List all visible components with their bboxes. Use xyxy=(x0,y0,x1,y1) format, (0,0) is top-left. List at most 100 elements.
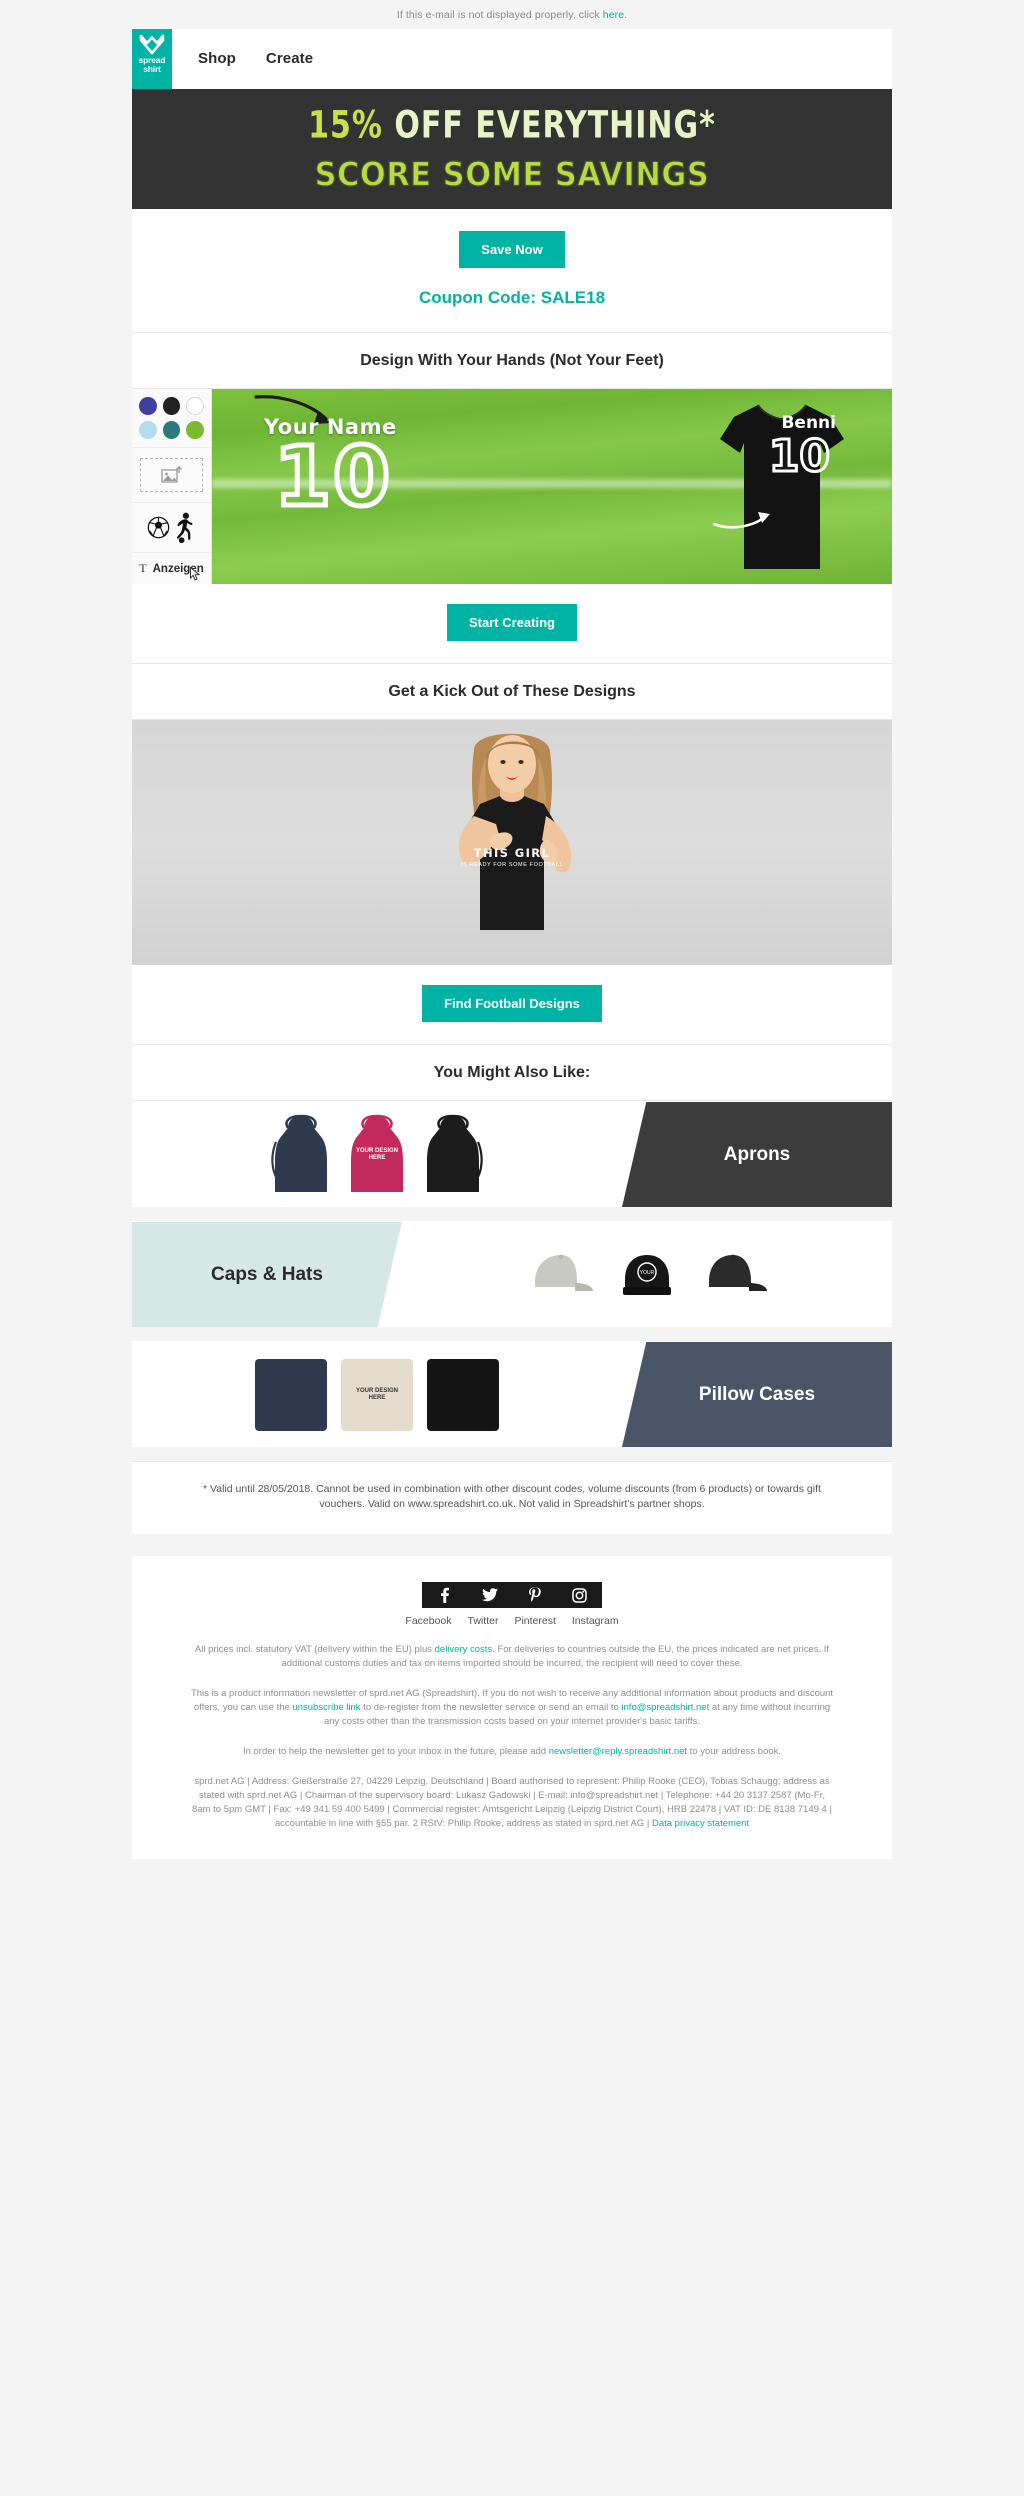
editor-section-title: Design With Your Hands (Not Your Feet) xyxy=(360,352,664,369)
band-label-caps: Caps & Hats xyxy=(132,1222,402,1327)
logo-line-2: shirt xyxy=(143,64,161,74)
editor-canvas[interactable]: Your Name 10 Benni 10 xyxy=(212,389,892,584)
swatch-black[interactable] xyxy=(162,397,181,415)
soccer-player-icon[interactable] xyxy=(172,512,197,544)
preheader-text: If this e-mail is not displayed properly… xyxy=(396,9,603,21)
editor-sidebar: T Anzeigen xyxy=(132,389,212,584)
preheader: If this e-mail is not displayed properly… xyxy=(0,0,1024,29)
product-band-caps[interactable]: Caps & Hats YOUR xyxy=(132,1222,892,1327)
vat-notice: All prices incl. statutory VAT (delivery… xyxy=(132,1627,892,1671)
apron-badge-wrap: YOUR DESIGN HERE xyxy=(346,1112,408,1198)
soccer-ball-icon[interactable] xyxy=(147,516,170,539)
band-label-aprons: Aprons xyxy=(622,1102,892,1207)
instagram-icon[interactable] xyxy=(557,1582,602,1608)
pillow-images: YOUR DESIGN HERE xyxy=(132,1342,622,1447)
newsletter-email-link[interactable]: newsletter@reply.spreadshirt.net xyxy=(549,1746,687,1757)
white-curved-arrow-icon xyxy=(712,512,770,529)
footer: Facebook Twitter Pinterest Instagram All… xyxy=(132,1556,892,1859)
find-football-designs-button[interactable]: Find Football Designs xyxy=(422,985,602,1022)
cap-images: YOUR xyxy=(402,1222,892,1327)
social-labels: Facebook Twitter Pinterest Instagram xyxy=(132,1615,892,1627)
tee-print-line-2: IS READY FOR SOME FOOTBALL xyxy=(460,862,564,868)
pinterest-icon[interactable] xyxy=(512,1582,557,1608)
nav-item-shop[interactable]: Shop xyxy=(198,50,236,67)
unsub-text-2: to de-register from the newsletter servi… xyxy=(360,1702,622,1713)
also-like-title: You Might Also Like: xyxy=(433,1064,591,1081)
canvas-number-text[interactable]: 10 xyxy=(271,434,392,521)
band-gap xyxy=(132,1327,892,1341)
apron-badge: YOUR DESIGN HERE xyxy=(355,1147,398,1161)
spreadshirt-logo[interactable]: spread shirt xyxy=(132,29,172,89)
social-label-pinterest[interactable]: Pinterest xyxy=(514,1615,555,1627)
product-band-pillows[interactable]: YOUR DESIGN HERE Pillow Cases xyxy=(132,1342,892,1447)
swatch-indigo[interactable] xyxy=(139,397,157,415)
legal-disclaimer: * Valid until 28/05/2018. Cannot be used… xyxy=(203,1483,821,1510)
info-email-link[interactable]: info@spreadshirt.net xyxy=(621,1702,709,1713)
band-label-pillows: Pillow Cases xyxy=(622,1342,892,1447)
hero-banner[interactable]: 15% OFF EVERYTHING* SCORE SOME SAVINGS xyxy=(132,89,892,209)
delivery-costs-link[interactable]: delivery costs xyxy=(435,1644,493,1655)
header-nav: spread shirt Shop Create xyxy=(132,29,892,89)
designs-section-title: Get a Kick Out of These Designs xyxy=(388,683,636,700)
apron-black-icon xyxy=(427,1114,483,1192)
heart-logo-icon xyxy=(139,34,165,55)
upload-panel[interactable] xyxy=(132,448,211,503)
svg-text:YOUR: YOUR xyxy=(640,1270,655,1276)
social-label-facebook[interactable]: Facebook xyxy=(405,1615,451,1627)
social-label-instagram[interactable]: Instagram xyxy=(572,1615,619,1627)
apron-images: YOUR DESIGN HERE xyxy=(132,1102,622,1207)
footer-wrap: Facebook Twitter Pinterest Instagram All… xyxy=(132,1556,892,1859)
band-gap xyxy=(132,1207,892,1221)
model-illustration xyxy=(458,733,571,930)
design-editor: T Anzeigen Your Name 10 Benni 10 xyxy=(132,389,892,584)
swatch-white[interactable] xyxy=(186,397,204,415)
privacy-statement-link[interactable]: Data privacy statement xyxy=(652,1818,749,1829)
text-tool-icon: T xyxy=(139,561,147,575)
inbox-notice: In order to help the newsletter get to y… xyxy=(132,1729,892,1759)
cap-grey-icon xyxy=(535,1254,593,1291)
twitter-icon[interactable] xyxy=(467,1582,512,1608)
pillow-badge: YOUR DESIGN HERE xyxy=(355,1387,398,1401)
hero-percent: 15% xyxy=(308,103,383,147)
nav-item-create[interactable]: Create xyxy=(266,50,313,67)
inbox-text-1: In order to help the newsletter get to y… xyxy=(242,1746,549,1757)
swatch-row-1 xyxy=(139,397,204,415)
upload-dropzone[interactable] xyxy=(140,458,203,492)
swatch-teal[interactable] xyxy=(162,421,181,439)
social-label-twitter[interactable]: Twitter xyxy=(468,1615,499,1627)
imprint: sprd.net AG | Address: Gießerstraße 27, … xyxy=(132,1759,892,1831)
swatch-light-blue[interactable] xyxy=(139,421,157,439)
image-upload-icon xyxy=(160,466,182,483)
preheader-link[interactable]: here. xyxy=(603,9,627,21)
shirt-name-text: Benni xyxy=(781,413,836,433)
start-creating-button[interactable]: Start Creating xyxy=(447,604,577,641)
footer-gap xyxy=(0,1534,1024,1556)
hero-headline: 15% OFF EVERYTHING* xyxy=(308,103,716,147)
vat-pre: All prices incl. statutory VAT (delivery… xyxy=(194,1644,435,1655)
unsubscribe-link[interactable]: unsubscribe link xyxy=(292,1702,360,1713)
pillow-beige-wrap: YOUR DESIGN HERE xyxy=(341,1358,413,1431)
product-band-aprons[interactable]: YOUR DESIGN HERE Aprons xyxy=(132,1102,892,1207)
cta-block: Save Now Coupon Code: SALE18 xyxy=(132,209,892,332)
clipart-panel xyxy=(132,503,211,553)
hero-subheadline: SCORE SOME SAVINGS xyxy=(314,153,710,194)
unsubscribe-notice: This is a product information newsletter… xyxy=(132,1671,892,1729)
swatch-green[interactable] xyxy=(186,421,205,439)
save-now-button[interactable]: Save Now xyxy=(459,231,565,268)
apron-navy-icon xyxy=(271,1114,327,1192)
text-tool-panel[interactable]: T Anzeigen xyxy=(132,553,211,584)
pillow-black-icon xyxy=(427,1358,499,1431)
facebook-icon[interactable] xyxy=(422,1582,467,1608)
nav-links: Shop Create xyxy=(172,29,313,88)
divider xyxy=(132,1100,892,1101)
coupon-code: Coupon Code: SALE18 xyxy=(418,288,606,307)
mouse-cursor-icon xyxy=(190,567,201,581)
pillow-navy-icon xyxy=(255,1358,327,1431)
lifestyle-photo[interactable]: THIS GIRL IS READY FOR SOME FOOTBALL xyxy=(132,720,892,965)
inbox-text-2: to your address book. xyxy=(687,1746,782,1757)
hero-headline-rest: OFF EVERYTHING* xyxy=(382,103,716,147)
tee-print-line-1: THIS GIRL xyxy=(473,846,551,860)
swatch-row-2 xyxy=(139,421,205,439)
start-creating-block: Start Creating xyxy=(132,584,892,663)
cap-dark-icon xyxy=(709,1254,767,1291)
